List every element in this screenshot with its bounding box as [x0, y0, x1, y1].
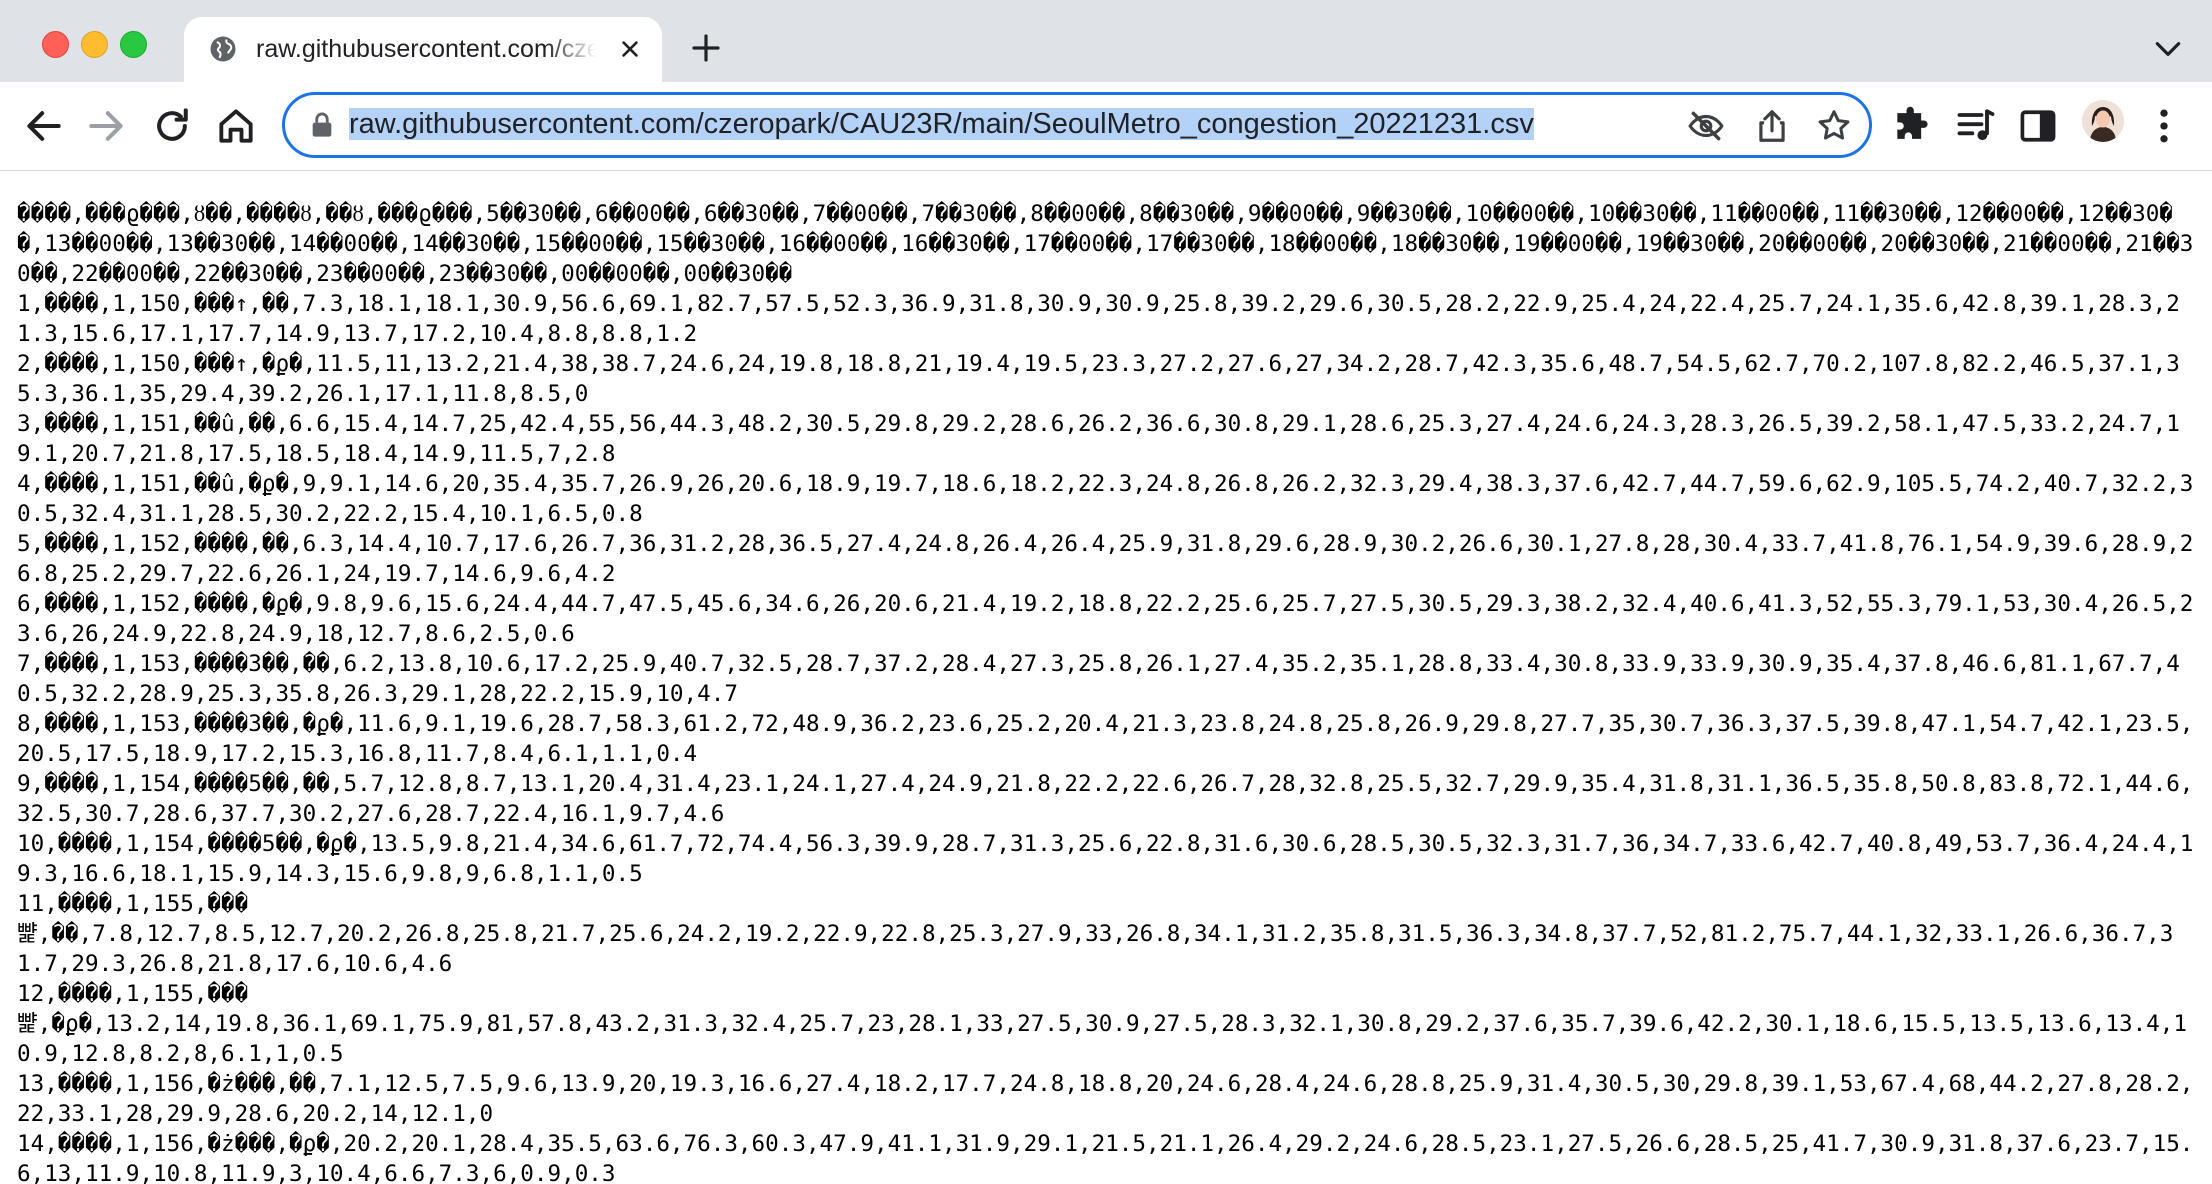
reload-icon[interactable]: [150, 104, 194, 148]
raw-file-view: ����,���ϱ���,ȣ��,����ȣ,��ȣ,���ϱ���,5��30…: [0, 171, 2212, 1184]
tab-strip: raw.githubusercontent.com/czeropark/CAU2…: [0, 0, 2212, 82]
url-selection: raw.githubusercontent.com/czeropark/CAU2…: [349, 108, 1534, 140]
back-icon[interactable]: [22, 104, 66, 148]
url-text[interactable]: raw.githubusercontent.com/czeropark/CAU2…: [349, 104, 1534, 144]
window-close-button[interactable]: [42, 31, 69, 58]
browser-toolbar: raw.githubusercontent.com/czeropark/CAU2…: [0, 82, 2212, 171]
new-tab-icon[interactable]: [690, 32, 722, 64]
media-control-icon[interactable]: [1954, 104, 1998, 148]
bookmark-star-icon[interactable]: [1815, 107, 1853, 145]
share-icon[interactable]: [1753, 107, 1791, 145]
chevron-down-icon[interactable]: [2152, 36, 2184, 62]
active-tab[interactable]: raw.githubusercontent.com/czeropark/CAU2…: [184, 17, 662, 82]
side-panel-icon[interactable]: [2016, 104, 2060, 148]
close-tab-icon[interactable]: [616, 35, 644, 63]
window-minimize-button[interactable]: [81, 31, 108, 58]
forward-icon[interactable]: [84, 104, 128, 148]
home-icon[interactable]: [214, 104, 258, 148]
eye-slash-icon[interactable]: [1687, 107, 1725, 145]
csv-content: ����,���ϱ���,ȣ��,����ȣ,��ȣ,���ϱ���,5��30…: [17, 201, 2194, 1184]
kebab-menu-icon[interactable]: [2142, 104, 2186, 148]
window-zoom-button[interactable]: [120, 31, 147, 58]
lock-icon[interactable]: [309, 111, 335, 139]
address-bar[interactable]: raw.githubusercontent.com/czeropark/CAU2…: [282, 92, 1872, 158]
extensions-icon[interactable]: [1890, 104, 1934, 148]
avatar[interactable]: [2082, 100, 2124, 142]
tab-title: raw.githubusercontent.com/czeropark/CAU2…: [256, 35, 596, 63]
globe-icon: [210, 36, 236, 62]
